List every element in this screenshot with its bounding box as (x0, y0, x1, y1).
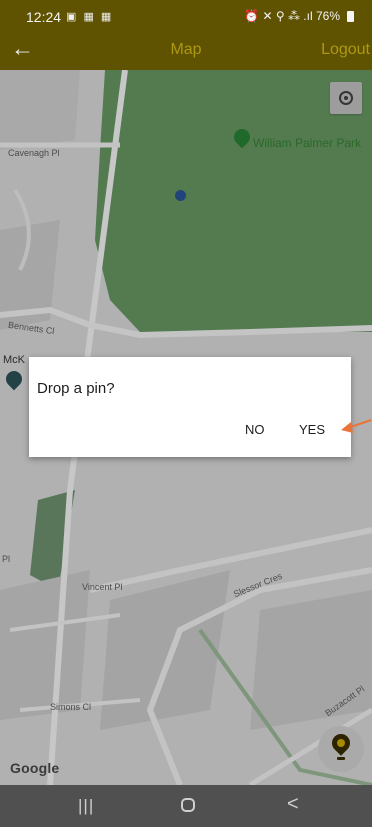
drop-pin-fab[interactable] (318, 726, 364, 772)
system-nav-bar: ||| < (0, 785, 372, 827)
street-label-pl: Pl (2, 554, 11, 564)
crosshair-center (344, 96, 348, 100)
status-right-text: ⏰ ✕ ⚲ ⁂ .ıl 76% (244, 9, 340, 23)
street-label-vincent: Vincent Pl (82, 582, 123, 592)
home-button-icon[interactable] (181, 798, 195, 812)
notification-icons: ▣ ▦ ▦ (66, 11, 114, 23)
status-time: 12:24 (26, 9, 62, 25)
street-label-cavenagh: Cavenagh Pl (8, 148, 60, 158)
dialog-title: Drop a pin? (37, 380, 115, 397)
page-title: Map (170, 41, 202, 58)
system-status-icons: ⏰ ✕ ⚲ ⁂ .ıl 76% (244, 9, 354, 23)
battery-icon (347, 10, 354, 22)
drop-pin-dialog: Drop a pin? NO YES (29, 357, 351, 457)
map-pin-dot (337, 739, 345, 747)
back-button-icon[interactable]: < (287, 793, 299, 816)
location-dot-icon (175, 190, 186, 201)
no-button[interactable]: NO (245, 422, 265, 437)
yes-button[interactable]: YES (299, 422, 325, 437)
street-label-simons: Simons Cl (50, 702, 92, 712)
map-pin-base (337, 757, 345, 760)
poi-label: McK (3, 354, 25, 366)
park-label: William Palmer Park (253, 136, 362, 150)
annotation-arrow-icon (341, 419, 372, 433)
my-location-button[interactable] (330, 82, 362, 114)
recents-button-icon[interactable]: ||| (78, 796, 94, 816)
logout-button[interactable]: Logout (321, 41, 370, 59)
status-bar: 12:24 ▣ ▦ ▦ ⏰ ✕ ⚲ ⁂ .ıl 76% (0, 0, 372, 32)
google-logo: Google (10, 760, 60, 776)
app-bar: ← Map Logout (0, 32, 372, 70)
